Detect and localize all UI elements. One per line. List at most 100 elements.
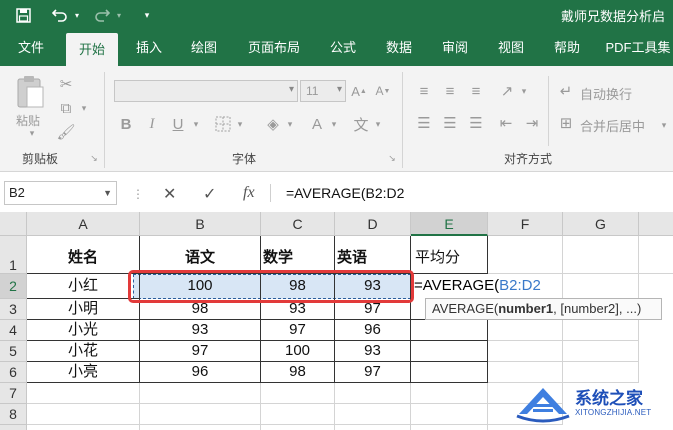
column-header-e[interactable]: E <box>411 212 488 236</box>
fill-color-dropdown-icon[interactable]: ▾ <box>284 116 296 132</box>
cell-g6[interactable] <box>563 362 639 383</box>
row-header-8[interactable]: 8 <box>0 404 27 425</box>
cell-g5[interactable] <box>563 341 639 362</box>
cell-f5[interactable] <box>488 341 563 362</box>
phonetic-icon[interactable]: 文 <box>350 114 372 134</box>
tab-review[interactable]: 审阅 <box>430 30 480 66</box>
cell-b9[interactable] <box>140 425 261 430</box>
font-size-box[interactable]: 11 ▾ <box>300 80 346 102</box>
merge-center-icon[interactable]: ⊞ <box>556 114 576 132</box>
paste-label[interactable]: 粘贴 <box>16 112 40 129</box>
customize-toolbar-icon[interactable]: ▾ <box>140 5 154 25</box>
column-header-g[interactable]: G <box>563 212 639 236</box>
redo-dropdown-icon[interactable]: ▾ <box>114 5 124 25</box>
row-header-7[interactable]: 7 <box>0 383 27 404</box>
column-header-a[interactable]: A <box>27 212 140 236</box>
cell-c8[interactable] <box>261 404 335 425</box>
cell-d7[interactable] <box>335 383 411 404</box>
orientation-dropdown-icon[interactable]: ▾ <box>518 84 530 98</box>
cell-e5[interactable] <box>411 341 488 362</box>
cell-b7[interactable] <box>140 383 261 404</box>
cell-e9[interactable] <box>411 425 488 430</box>
font-color-icon[interactable]: A <box>306 114 328 134</box>
tab-page-layout[interactable]: 页面布局 <box>238 30 310 66</box>
tab-formulas[interactable]: 公式 <box>318 30 368 66</box>
copy-dropdown-icon[interactable]: ▾ <box>78 100 90 116</box>
increase-indent-icon[interactable]: ⇥ <box>522 114 542 132</box>
cell-a3[interactable]: 小明 <box>27 299 140 320</box>
tab-file[interactable]: 文件 <box>6 30 56 66</box>
cell-d6[interactable]: 97 <box>335 362 411 383</box>
clipboard-launcher-icon[interactable]: ↘ <box>88 152 100 164</box>
cell-e1[interactable]: 平均分 <box>411 236 488 274</box>
row-header-4[interactable]: 4 <box>0 320 27 341</box>
underline-dropdown-icon[interactable]: ▾ <box>190 116 202 132</box>
cell-d4[interactable]: 96 <box>335 320 411 341</box>
fill-color-icon[interactable]: ◈ <box>262 114 284 134</box>
borders-icon[interactable] <box>212 114 234 134</box>
wrap-text-icon[interactable]: ↵ <box>556 82 576 100</box>
cell-a9[interactable] <box>27 425 140 430</box>
merge-center-button[interactable]: 合并后居中 <box>580 116 645 135</box>
tab-home[interactable]: 开始 <box>66 33 118 66</box>
formula-input[interactable]: =AVERAGE(B2:D2 <box>286 185 404 201</box>
undo-dropdown-icon[interactable]: ▾ <box>72 5 82 25</box>
column-header-c[interactable]: C <box>261 212 335 236</box>
decrease-indent-icon[interactable]: ⇤ <box>496 114 516 132</box>
cell-b6[interactable]: 96 <box>140 362 261 383</box>
align-center-icon[interactable]: ☰ <box>440 114 460 132</box>
tab-insert[interactable]: 插入 <box>124 30 174 66</box>
tab-data[interactable]: 数据 <box>374 30 424 66</box>
save-icon[interactable] <box>14 5 32 25</box>
row-header-3[interactable]: 3 <box>0 299 27 320</box>
align-right-icon[interactable]: ☰ <box>466 114 486 132</box>
cell-a5[interactable]: 小花 <box>27 341 140 362</box>
cell-e8[interactable] <box>411 404 488 425</box>
cell-d8[interactable] <box>335 404 411 425</box>
cell-c9[interactable] <box>261 425 335 430</box>
cut-icon[interactable]: ✂ <box>56 74 76 94</box>
cell-c6[interactable]: 98 <box>261 362 335 383</box>
row-header-6[interactable]: 6 <box>0 362 27 383</box>
bold-icon[interactable]: B <box>116 114 136 134</box>
cell-b8[interactable] <box>140 404 261 425</box>
function-tooltip[interactable]: AVERAGE(number1, [number2], ...) <box>425 298 662 320</box>
cell-c5[interactable]: 100 <box>261 341 335 362</box>
copy-icon[interactable]: ⧉ <box>56 98 76 118</box>
font-color-dropdown-icon[interactable]: ▾ <box>328 116 340 132</box>
insert-function-icon[interactable]: fx <box>243 184 255 202</box>
borders-dropdown-icon[interactable]: ▾ <box>234 116 246 132</box>
cell-a7[interactable] <box>27 383 140 404</box>
merge-dropdown-icon[interactable]: ▾ <box>658 118 670 132</box>
cell-g1[interactable] <box>563 236 639 274</box>
font-name-box[interactable]: ▾ <box>114 80 298 102</box>
cell-a4[interactable]: 小光 <box>27 320 140 341</box>
cell-a8[interactable] <box>27 404 140 425</box>
cell-g4[interactable] <box>563 320 639 341</box>
cell-f4[interactable] <box>488 320 563 341</box>
row-header-5[interactable]: 5 <box>0 341 27 362</box>
cell-a1[interactable]: 姓名 <box>27 236 140 274</box>
cell-h1[interactable] <box>639 236 673 274</box>
column-header-h[interactable] <box>639 212 673 236</box>
row-header-1[interactable]: 1 <box>0 236 27 274</box>
cell-g2[interactable] <box>563 274 639 299</box>
cell-b4[interactable]: 93 <box>140 320 261 341</box>
redo-icon[interactable] <box>92 5 112 25</box>
enter-icon[interactable]: ✓ <box>203 184 216 204</box>
cell-c1[interactable]: 数学 <box>261 236 335 274</box>
font-launcher-icon[interactable]: ↘ <box>386 152 398 164</box>
orientation-icon[interactable]: ↗ <box>496 82 518 100</box>
decrease-font-icon[interactable]: A ▼ <box>374 82 392 100</box>
cell-e7[interactable] <box>411 383 488 404</box>
column-header-d[interactable]: D <box>335 212 411 236</box>
cell-e4[interactable] <box>411 320 488 341</box>
name-box[interactable]: B2 ▼ <box>4 181 117 205</box>
align-bottom-icon[interactable]: ≡ <box>466 82 486 100</box>
row-header-9[interactable]: 9 <box>0 425 27 430</box>
cell-c4[interactable]: 97 <box>261 320 335 341</box>
paste-dropdown-icon[interactable]: ▾ <box>26 128 38 138</box>
cell-d5[interactable]: 93 <box>335 341 411 362</box>
align-middle-icon[interactable]: ≡ <box>440 82 460 100</box>
italic-icon[interactable]: I <box>142 114 162 134</box>
